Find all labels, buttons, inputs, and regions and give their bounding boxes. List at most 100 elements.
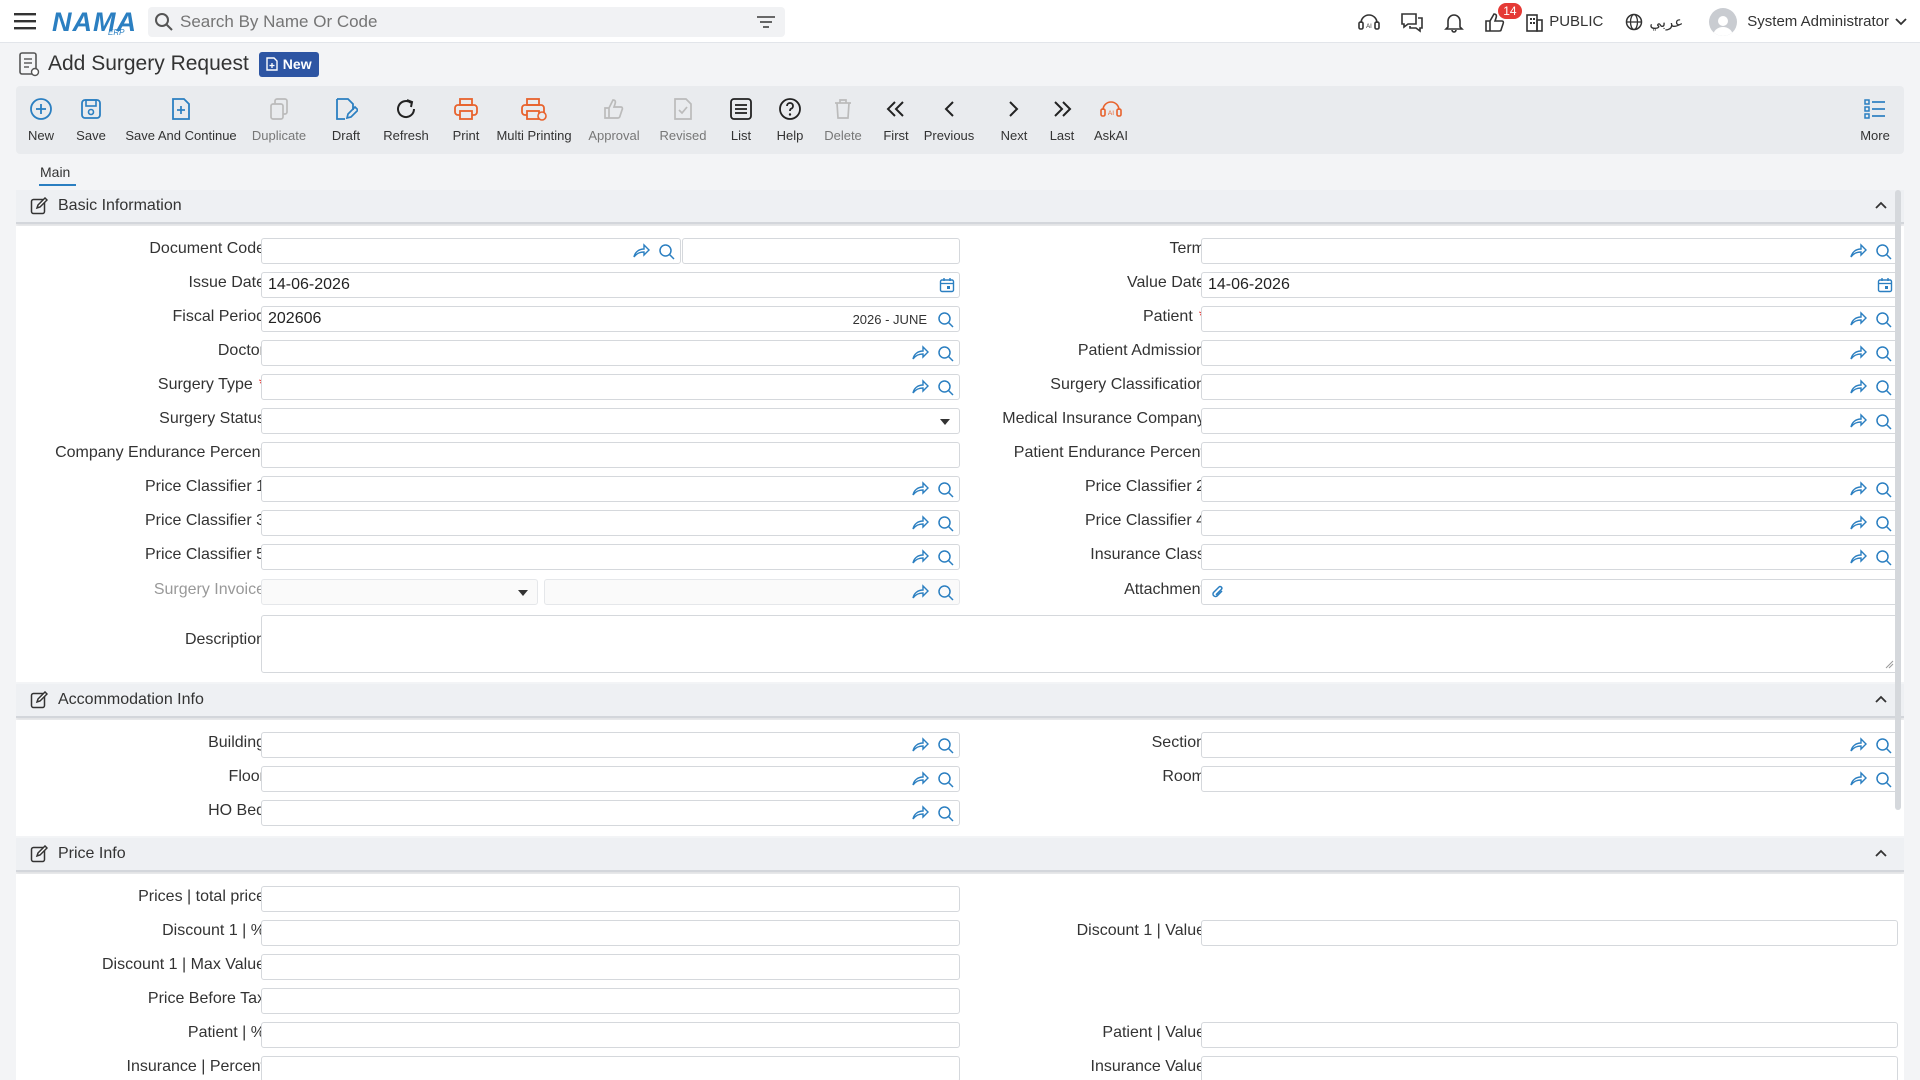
share-icon[interactable] [911, 379, 929, 397]
floor-field[interactable] [261, 766, 960, 792]
discount1-max-field[interactable] [261, 954, 960, 980]
surgery-classification-field[interactable] [1201, 374, 1898, 400]
new-button[interactable]: New [26, 86, 56, 154]
discount1-value-field[interactable] [1201, 920, 1898, 946]
user-menu[interactable]: System Administrator [1709, 7, 1908, 36]
refresh-button[interactable]: Refresh [381, 86, 431, 154]
search-icon[interactable] [1875, 481, 1893, 499]
duplicate-button[interactable]: Duplicate [252, 86, 306, 154]
patient-field[interactable] [1201, 306, 1898, 332]
fiscal-period-field[interactable]: 202606 2026 - JUNE [261, 306, 960, 332]
share-icon[interactable] [632, 243, 650, 261]
caret-down-icon[interactable] [939, 418, 951, 426]
search-icon[interactable] [937, 345, 955, 363]
search-icon[interactable] [658, 243, 676, 261]
section-header-basic-information[interactable]: Basic Information [16, 190, 1904, 224]
price-before-tax-field[interactable] [261, 988, 960, 1014]
share-icon[interactable] [1849, 515, 1867, 533]
list-button[interactable]: List [727, 86, 755, 154]
patient-value-field[interactable] [1201, 1022, 1898, 1048]
chevron-up-icon[interactable] [1874, 200, 1888, 210]
search-input[interactable] [180, 12, 757, 32]
thumbs-up-icon[interactable]: 14 [1484, 2, 1522, 33]
share-icon[interactable] [911, 805, 929, 823]
insurance-percent-field[interactable] [261, 1056, 960, 1080]
search-icon[interactable] [937, 379, 955, 397]
search-icon[interactable] [937, 771, 955, 789]
search-icon[interactable] [937, 515, 955, 533]
price-classifier-1-field[interactable] [261, 476, 960, 502]
value-date-field[interactable]: 14-06-2026 [1201, 272, 1898, 298]
search-icon[interactable] [1875, 549, 1893, 567]
medical-insurance-company-field[interactable] [1201, 408, 1898, 434]
search-icon[interactable] [937, 311, 955, 329]
share-icon[interactable] [911, 345, 929, 363]
share-icon[interactable] [1849, 737, 1867, 755]
share-icon[interactable] [911, 771, 929, 789]
calendar-icon[interactable] [939, 277, 955, 293]
patient-percent-field[interactable] [261, 1022, 960, 1048]
calendar-icon[interactable] [1877, 277, 1893, 293]
share-icon[interactable] [1849, 549, 1867, 567]
discount1-percent-field[interactable] [261, 920, 960, 946]
share-icon[interactable] [911, 549, 929, 567]
surgery-type-field[interactable] [261, 374, 960, 400]
last-button[interactable]: Last [1047, 86, 1077, 154]
print-button[interactable]: Print [446, 86, 486, 154]
save-button[interactable]: Save [76, 86, 106, 154]
search-icon[interactable] [937, 737, 955, 755]
insurance-value-field[interactable] [1201, 1056, 1898, 1080]
search-icon[interactable] [1875, 345, 1893, 363]
search-icon[interactable] [1875, 243, 1893, 261]
share-icon[interactable] [1849, 311, 1867, 329]
multi-printing-button[interactable]: Multi Printing [496, 86, 572, 154]
term-field[interactable] [1201, 238, 1898, 264]
app-logo[interactable]: NAMA ERP [52, 4, 136, 38]
search-icon[interactable] [1875, 379, 1893, 397]
help-button[interactable]: Help [775, 86, 805, 154]
chevron-up-icon[interactable] [1874, 694, 1888, 704]
resize-handle-icon[interactable] [1884, 659, 1894, 669]
doctor-field[interactable] [261, 340, 960, 366]
search-icon[interactable] [1875, 771, 1893, 789]
ho-bed-field[interactable] [261, 800, 960, 826]
surgery-status-select[interactable] [261, 408, 960, 434]
price-classifier-2-field[interactable] [1201, 476, 1898, 502]
tab-main[interactable]: Main [40, 164, 70, 180]
description-textarea[interactable] [261, 615, 1898, 673]
search-icon[interactable] [1875, 413, 1893, 431]
share-icon[interactable] [1849, 771, 1867, 789]
building-field[interactable] [261, 732, 960, 758]
save-and-continue-button[interactable]: Save And Continue [125, 86, 237, 154]
delete-button[interactable]: Delete [823, 86, 863, 154]
more-button[interactable]: More [1858, 86, 1892, 154]
price-classifier-4-field[interactable] [1201, 510, 1898, 536]
language-switcher[interactable]: عربي [1625, 13, 1683, 31]
chat-icon[interactable] [1400, 11, 1424, 33]
menu-icon[interactable] [14, 12, 36, 30]
chevron-up-icon[interactable] [1874, 848, 1888, 858]
share-icon[interactable] [1849, 345, 1867, 363]
section-header-price-info[interactable]: Price Info [16, 838, 1904, 872]
patient-endurance-percent-field[interactable] [1201, 442, 1898, 468]
branch-selector[interactable]: PUBLIC [1525, 12, 1603, 32]
approval-button[interactable]: Approval [588, 86, 640, 154]
document-code-description-field[interactable] [682, 238, 960, 264]
askai-button[interactable]: AI AskAI [1093, 86, 1129, 154]
first-button[interactable]: First [879, 86, 913, 154]
search-icon[interactable] [937, 805, 955, 823]
previous-button[interactable]: Previous [923, 86, 975, 154]
price-classifier-3-field[interactable] [261, 510, 960, 536]
draft-button[interactable]: Draft [329, 86, 363, 154]
share-icon[interactable] [1849, 379, 1867, 397]
section-header-accommodation-info[interactable]: Accommodation Info [16, 684, 1904, 718]
patient-admission-field[interactable] [1201, 340, 1898, 366]
insurance-class-field[interactable] [1201, 544, 1898, 570]
filter-icon[interactable] [757, 15, 775, 29]
next-button[interactable]: Next [999, 86, 1029, 154]
share-icon[interactable] [1849, 413, 1867, 431]
ai-support-icon[interactable]: AI [1357, 11, 1381, 33]
share-icon[interactable] [911, 515, 929, 533]
search-icon[interactable] [1875, 737, 1893, 755]
bell-icon[interactable] [1443, 11, 1465, 33]
